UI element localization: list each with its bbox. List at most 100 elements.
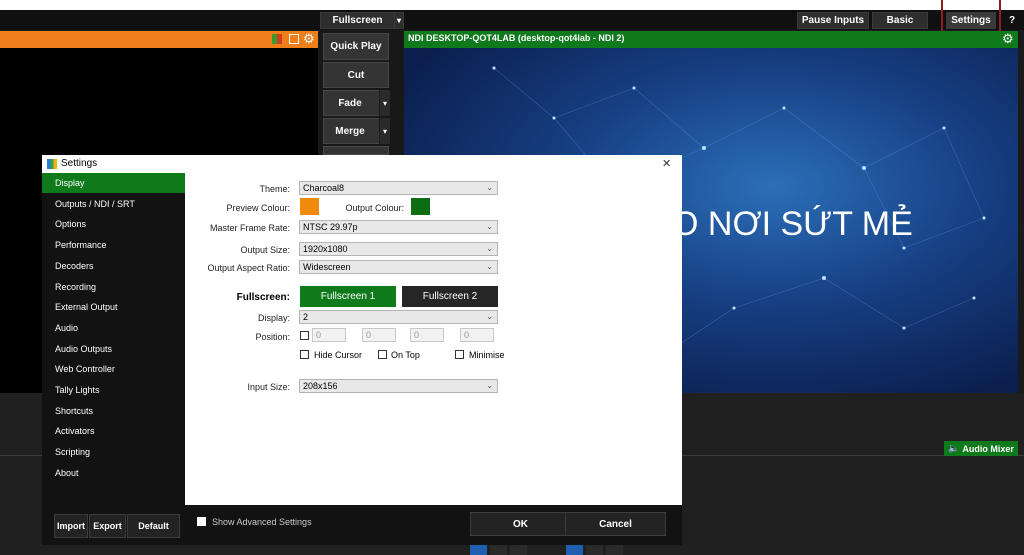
position-height-input[interactable]: 0 [460, 328, 494, 342]
preview-colour-swatch[interactable] [300, 198, 319, 215]
show-advanced-checkbox[interactable] [197, 517, 206, 526]
sidebar-item-label: Web Controller [55, 364, 115, 375]
sidebar-item-web-controller[interactable]: Web Controller [42, 359, 185, 379]
merge-dropdown[interactable]: ▾ [379, 118, 390, 144]
theme-label: Theme: [259, 184, 290, 194]
quick-play-button[interactable]: Quick Play [323, 33, 389, 60]
fullscreen-dropdown-button[interactable]: ▾ [394, 12, 404, 29]
sidebar-item-label: Activators [55, 426, 95, 437]
export-label: Export [93, 521, 122, 531]
hide-cursor-checkbox[interactable] [300, 350, 309, 359]
position-width-value: 0 [414, 330, 420, 340]
sidebar-item-label: Audio [55, 322, 79, 333]
sidebar-item-decoders[interactable]: Decoders [42, 256, 185, 276]
sidebar-item-label: Outputs / NDI / SRT [55, 198, 135, 209]
position-checkbox[interactable] [300, 331, 309, 340]
display-label: Display: [257, 313, 290, 323]
cut-button[interactable]: Cut [323, 62, 389, 88]
fullscreen-1-label: Fullscreen 1 [320, 291, 376, 302]
show-advanced-label: Show Advanced Settings [212, 517, 312, 527]
sidebar-item-display[interactable]: Display [42, 173, 185, 193]
aspect-ratio-value: Widescreen [303, 262, 351, 272]
theme-select[interactable]: Charcoal8 ⌄ [299, 181, 498, 195]
speaker-icon: 🔈 [948, 443, 960, 453]
sidebar-item-tally-lights[interactable]: Tally Lights [42, 380, 185, 400]
chevron-down-icon: ⌄ [486, 312, 493, 321]
fullscreen-button[interactable]: Fullscreen [320, 12, 395, 29]
ok-button[interactable]: OK [470, 512, 571, 536]
position-y-input[interactable]: 0 [362, 328, 396, 342]
on-top-checkbox[interactable] [378, 350, 387, 359]
top-edge [0, 0, 1024, 10]
import-button[interactable]: Import [54, 514, 88, 538]
sidebar-item-shortcuts[interactable]: Shortcuts [42, 401, 185, 421]
chevron-down-icon: ⌄ [486, 244, 493, 253]
output-size-label: Output Size: [240, 245, 290, 255]
fullscreen-2-tab[interactable]: Fullscreen 2 [402, 286, 498, 307]
sidebar-item-options[interactable]: Options [42, 214, 185, 234]
preview-colour-label: Preview Colour: [226, 203, 290, 213]
cut-label: Cut [347, 69, 365, 81]
sidebar-item-external-output[interactable]: External Output [42, 297, 185, 317]
aspect-ratio-label: Output Aspect Ratio: [207, 263, 290, 273]
top-toolbar [0, 10, 1024, 30]
merge-label: Merge [335, 125, 365, 137]
fullscreen-2-label: Fullscreen 2 [422, 291, 478, 302]
default-button[interactable]: Default [127, 514, 180, 538]
input-size-label: Input Size: [247, 382, 290, 392]
aspect-ratio-select[interactable]: Widescreen ⌄ [299, 260, 498, 274]
output-size-value: 1920x1080 [303, 244, 348, 254]
cancel-button[interactable]: Cancel [565, 512, 666, 536]
quick-play-label: Quick Play [330, 41, 382, 52]
transition-button[interactable] [323, 146, 389, 155]
fullscreen-label: Fullscreen: [236, 292, 290, 303]
sidebar-item-label: Audio Outputs [55, 343, 113, 354]
output-title: NDI DESKTOP-QOT4LAB (desktop-qot4lab - N… [408, 33, 625, 43]
gear-icon[interactable]: ⚙ [303, 31, 315, 47]
sidebar-item-audio[interactable]: Audio [42, 318, 185, 338]
chevron-down-icon: ⌄ [486, 183, 493, 192]
sidebar-item-scripting[interactable]: Scripting [42, 442, 185, 462]
fullscreen-1-tab[interactable]: Fullscreen 1 [300, 286, 396, 307]
sidebar-item-recording[interactable]: Recording [42, 277, 185, 297]
gear-icon[interactable]: ⚙ [1002, 31, 1014, 47]
sidebar-item-outputs-ndi-srt[interactable]: Outputs / NDI / SRT [42, 194, 185, 214]
sidebar-item-label: About [55, 467, 79, 478]
chevron-down-icon: ⌄ [486, 222, 493, 231]
help-button[interactable]: ? [1003, 12, 1021, 29]
audio-mixer-button[interactable]: 🔈 Audio Mixer [944, 441, 1018, 456]
frame-rate-value: NTSC 29.97p [303, 222, 358, 232]
close-icon[interactable]: ✕ [662, 157, 671, 170]
basic-label: Basic [886, 15, 914, 26]
sidebar-item-performance[interactable]: Performance [42, 235, 185, 255]
output-colour-swatch[interactable] [411, 198, 430, 215]
display-value: 2 [303, 312, 309, 322]
minimise-label: Minimise [469, 350, 505, 360]
import-label: Import [57, 521, 85, 531]
output-size-select[interactable]: 1920x1080 ⌄ [299, 242, 498, 256]
sidebar-item-activators[interactable]: Activators [42, 421, 185, 441]
minimise-checkbox[interactable] [455, 350, 464, 359]
color-swatch-icon[interactable] [272, 34, 282, 44]
window-icon[interactable] [289, 34, 299, 44]
sidebar-item-about[interactable]: About [42, 463, 185, 483]
position-x-input[interactable]: 0 [312, 328, 346, 342]
basic-button[interactable]: Basic [872, 12, 928, 29]
sidebar-item-audio-outputs[interactable]: Audio Outputs [42, 339, 185, 359]
on-top-label: On Top [391, 350, 420, 360]
export-button[interactable]: Export [89, 514, 126, 538]
pause-inputs-button[interactable]: Pause Inputs [797, 12, 869, 29]
fade-dropdown[interactable]: ▾ [379, 90, 390, 116]
display-select[interactable]: 2 ⌄ [299, 310, 498, 324]
sidebar-item-label: Tally Lights [55, 385, 100, 395]
sidebar-item-label: Scripting [55, 447, 91, 458]
position-width-input[interactable]: 0 [410, 328, 444, 342]
chevron-down-icon: ⌄ [486, 381, 493, 390]
sidebar-item-label: Display [55, 178, 85, 188]
chevron-down-icon: ▾ [396, 16, 401, 25]
frame-rate-select[interactable]: NTSC 29.97p ⌄ [299, 220, 498, 234]
position-label: Position: [255, 332, 290, 342]
input-size-select[interactable]: 208x156 ⌄ [299, 379, 498, 393]
output-overlay-text: O NƠI SỨT MẺ [672, 205, 913, 243]
default-label: Default [138, 521, 169, 531]
